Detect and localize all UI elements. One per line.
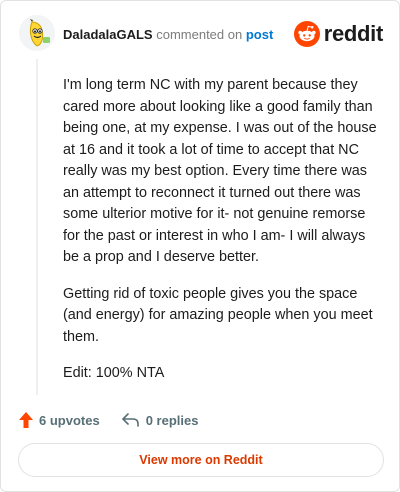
banana-avatar-icon	[19, 15, 55, 51]
reddit-snoo-icon	[293, 21, 320, 47]
embedded-comment-card: DaladalaGALS commented on post reddit I'…	[0, 0, 400, 492]
comment-actions: 6 upvotes 0 replies	[19, 409, 198, 431]
action-text: commented on	[156, 27, 243, 42]
comment-paragraph: Edit: 100% NTA	[63, 365, 165, 381]
post-link[interactable]: post	[246, 27, 273, 42]
thread-line	[36, 59, 38, 395]
reply-button[interactable]: 0 replies	[121, 412, 199, 428]
comment-body: I'm long term NC with my parent because …	[63, 75, 381, 400]
upvote-button[interactable]: 6 upvotes	[19, 412, 100, 428]
author-name[interactable]: DaladalaGALS	[63, 27, 153, 42]
comment-paragraph: I'm long term NC with my parent because …	[63, 77, 377, 265]
reddit-wordmark: reddit	[323, 21, 384, 46]
comment-header: DaladalaGALS commented on post reddit	[19, 15, 385, 55]
comment-meta: DaladalaGALS commented on post	[63, 27, 273, 43]
reddit-brand[interactable]: reddit	[293, 21, 384, 47]
view-more-button[interactable]: View more on Reddit	[18, 443, 384, 477]
upvote-count: 6 upvotes	[39, 412, 100, 428]
avatar[interactable]	[19, 15, 55, 51]
comment-paragraph: Getting rid of toxic people gives you th…	[63, 285, 373, 345]
reply-count: 0 replies	[145, 412, 199, 428]
reply-arrow-icon	[121, 413, 139, 427]
upvote-arrow-icon	[19, 412, 33, 428]
